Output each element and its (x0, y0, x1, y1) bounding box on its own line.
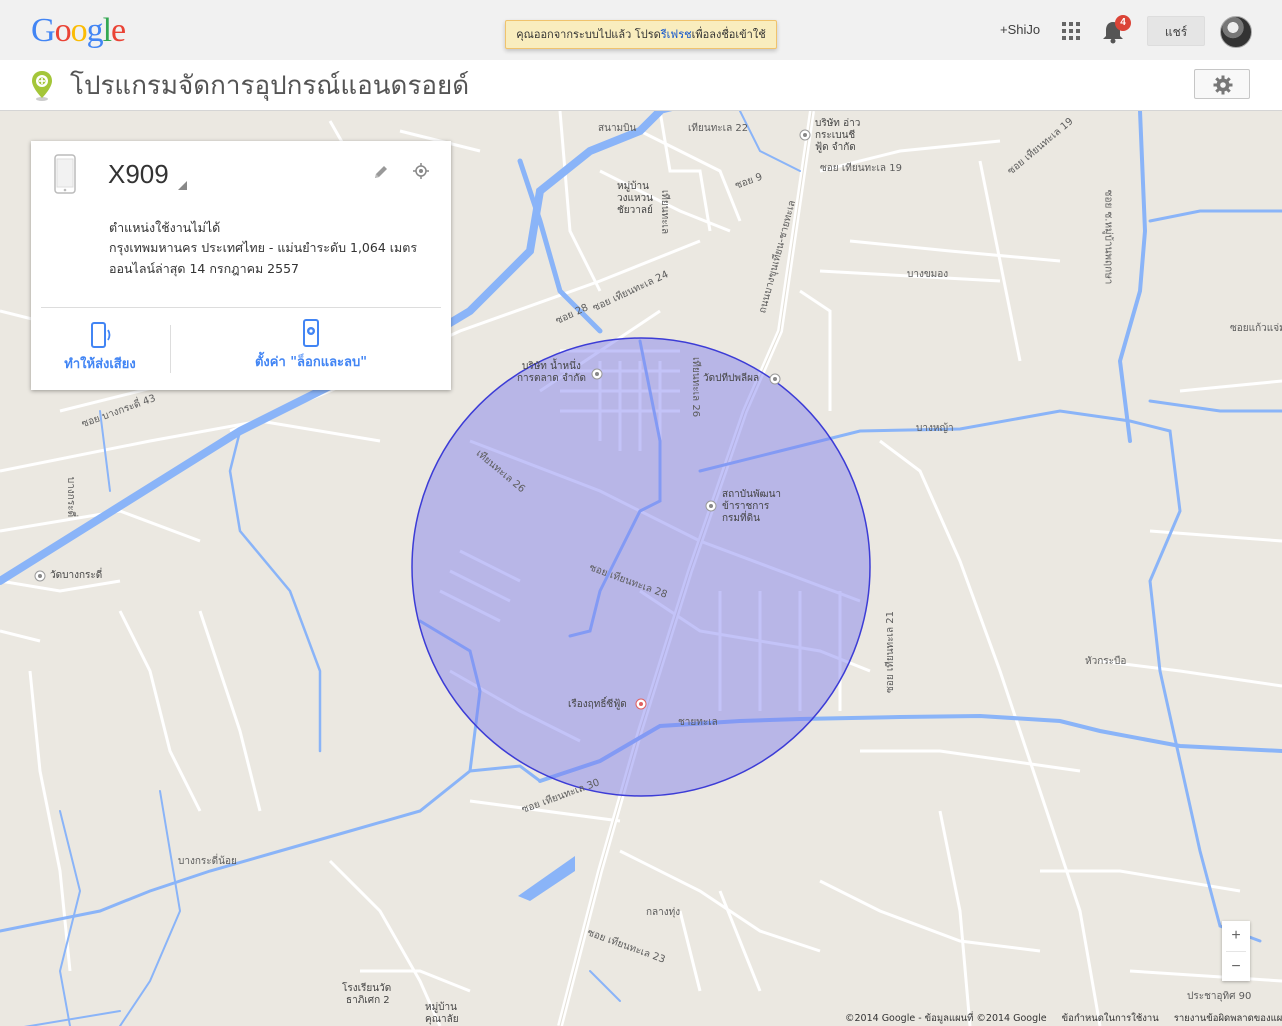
logo-letter: e (111, 12, 126, 49)
location-accuracy-circle (411, 337, 871, 797)
map-label-bangkradi: บางกระดี่ (65, 476, 77, 518)
poi-label-ruengrit-seafood: เรืองฤทธิ์ซีฟู้ด (568, 699, 627, 710)
map-label-bangkradinoi: บางกระดี่น้อย (178, 856, 237, 867)
ring-button[interactable]: ทำให้ส่งเสียง (62, 321, 138, 374)
lock-erase-button[interactable]: ตั้งค่า "ล็อกและลบ" (251, 319, 371, 372)
google-logo[interactable]: Google (31, 12, 126, 50)
map-label-soi-26: เทียนทะเล 26 (690, 356, 702, 418)
android-device-manager-icon (32, 71, 52, 101)
poi-label-moobaan-5: คุณาลัย (425, 1014, 459, 1025)
app-header: โปรแกรมจัดการอุปกรณ์แอนดรอยด์ (0, 60, 1282, 111)
device-info-card: X909 ตำแหน่งใช้งานไม่ได้ กรุงเทพมหานคร ป… (31, 141, 451, 390)
map-label-tienthale: เทียนทะเล (659, 189, 671, 235)
poi-label-wat-bangkradi: วัดบางกระดี่ (50, 570, 103, 581)
poi-label-moobaan-2: วงแหวน (617, 193, 653, 204)
notice-text-after: เพื่อลงชื่อเข้าใช้ (691, 28, 766, 41)
map-label-tienthale-22: เทียนทะเล 22 (688, 123, 749, 134)
poi-label-company-3: ฟู้ด จำกัด (815, 142, 856, 153)
report-map-error-link[interactable]: รายงานข้อผิดพลาดของแผนที่ (1174, 1013, 1282, 1024)
locate-icon[interactable] (412, 162, 430, 180)
poi-label-company-2: กระเบนชี (815, 130, 856, 141)
apps-grid-icon[interactable] (1062, 22, 1080, 40)
map-label-chaitalay: ชายทะเล (678, 717, 718, 728)
map-label-sanambin: สนามบิน (598, 123, 637, 134)
poi-label-institute-1: สถาบันพัฒนา (722, 489, 782, 500)
poi-label-moobaan-1: หมู่บ้าน (617, 181, 649, 192)
poi-label-school-1: โรงเรียนวัด (342, 983, 392, 994)
map-label-bangyu: บางหญ้า (916, 423, 954, 434)
device-dropdown-caret[interactable] (178, 181, 187, 190)
location-accuracy-text: กรุงเทพมหานคร ประเทศไทย - แม่นยำระดับ 1,… (109, 240, 418, 255)
poi-label-namnueng-1: บริษัท น้ำหนึ่ง (522, 361, 581, 372)
page-title: โปรแกรมจัดการอุปกรณ์แอนดรอยด์ (70, 71, 470, 101)
card-divider (41, 307, 441, 308)
map-label-pracha: ประชาอุทิศ 90 (1187, 991, 1252, 1002)
lock-erase-label: ตั้งค่า "ล็อกและลบ" (254, 355, 368, 370)
pencil-icon[interactable] (372, 163, 390, 181)
settings-button[interactable] (1194, 69, 1250, 99)
account-avatar[interactable] (1220, 16, 1252, 48)
zoom-control: + − (1222, 921, 1250, 981)
poi-label-institute-3: กรมที่ดิน (722, 513, 760, 524)
pond (518, 856, 575, 901)
notice-text-before: คุณออกจากระบบไปแล้ว โปรด (516, 28, 661, 41)
ring-phone-icon (91, 322, 111, 348)
refresh-link[interactable]: รีเฟรช (661, 28, 692, 41)
map-label-chuenchom: ซอยแก้วแจ่ม (1230, 323, 1282, 334)
map-footer: ©2014 Google - ข้อมูลแผนที่ ©2014 Google… (845, 1013, 1282, 1025)
poi-label-moobaan-3: ชัยวาลย์ (617, 205, 653, 216)
action-separator (170, 325, 171, 373)
map-label-soi-21: ซอย เทียนทะเล 21 (884, 611, 896, 693)
logo-letter: o (54, 12, 72, 49)
logo-letter: g (86, 12, 104, 49)
poi-label-school-2: ธาภิเศก 2 (346, 995, 390, 1006)
google-plus-profile-link[interactable]: +ShiJo (1000, 22, 1040, 37)
map-label-soi-19: ซอย เทียนทะเล 19 (820, 163, 902, 174)
notification-count-badge: 4 (1115, 15, 1131, 31)
phone-icon (54, 154, 76, 194)
copyright-text: ©2014 Google - ข้อมูลแผนที่ ©2014 Google (845, 1013, 1047, 1024)
zoom-in-button[interactable]: + (1222, 921, 1250, 951)
poi-label-wat: วัดปทีปพลีผล (703, 373, 760, 384)
logo-letter: o (70, 12, 88, 49)
terms-link[interactable]: ข้อกำหนดในการใช้งาน (1062, 1013, 1159, 1024)
poi-label-namnueng-2: การตลาด จำกัด (517, 373, 586, 384)
last-online-text: ออนไลน์ล่าสุด 14 กรกฎาคม 2557 (109, 261, 299, 276)
map-label-huakrabue: หัวกระบือ (1085, 656, 1127, 667)
logo-letter: l (102, 12, 113, 49)
map-label-bangkhamong: บางขมอง (907, 269, 949, 280)
location-status-text: ตำแหน่งใช้งานไม่ได้ (109, 220, 221, 235)
signed-out-notice: คุณออกจากระบบไปแล้ว โปรดรีเฟรชเพื่อลงชื่… (505, 20, 777, 49)
lock-settings-phone-icon (303, 319, 319, 347)
logo-letter: G (31, 12, 56, 49)
poi-label-institute-2: ข้าราชการ (722, 501, 770, 512)
google-top-bar: Google คุณออกจากระบบไปแล้ว โปรดรีเฟรชเพื… (0, 0, 1282, 60)
map-label-klangthung: กลางทุ่ง (646, 907, 681, 918)
poi-label-moobaan-4: หมู่บ้าน (425, 1002, 457, 1013)
zoom-out-button[interactable]: − (1222, 952, 1250, 982)
device-name: X909 (108, 159, 169, 189)
poi-label-company-1: บริษัท อ่าว (815, 118, 861, 129)
ring-label: ทำให้ส่งเสียง (64, 357, 136, 372)
gear-icon (1213, 75, 1233, 95)
share-button[interactable]: แชร์ (1147, 16, 1205, 46)
map-label-bangkhun: ซอย ซ.หมู่บ้านพฤกษา (1102, 189, 1114, 285)
